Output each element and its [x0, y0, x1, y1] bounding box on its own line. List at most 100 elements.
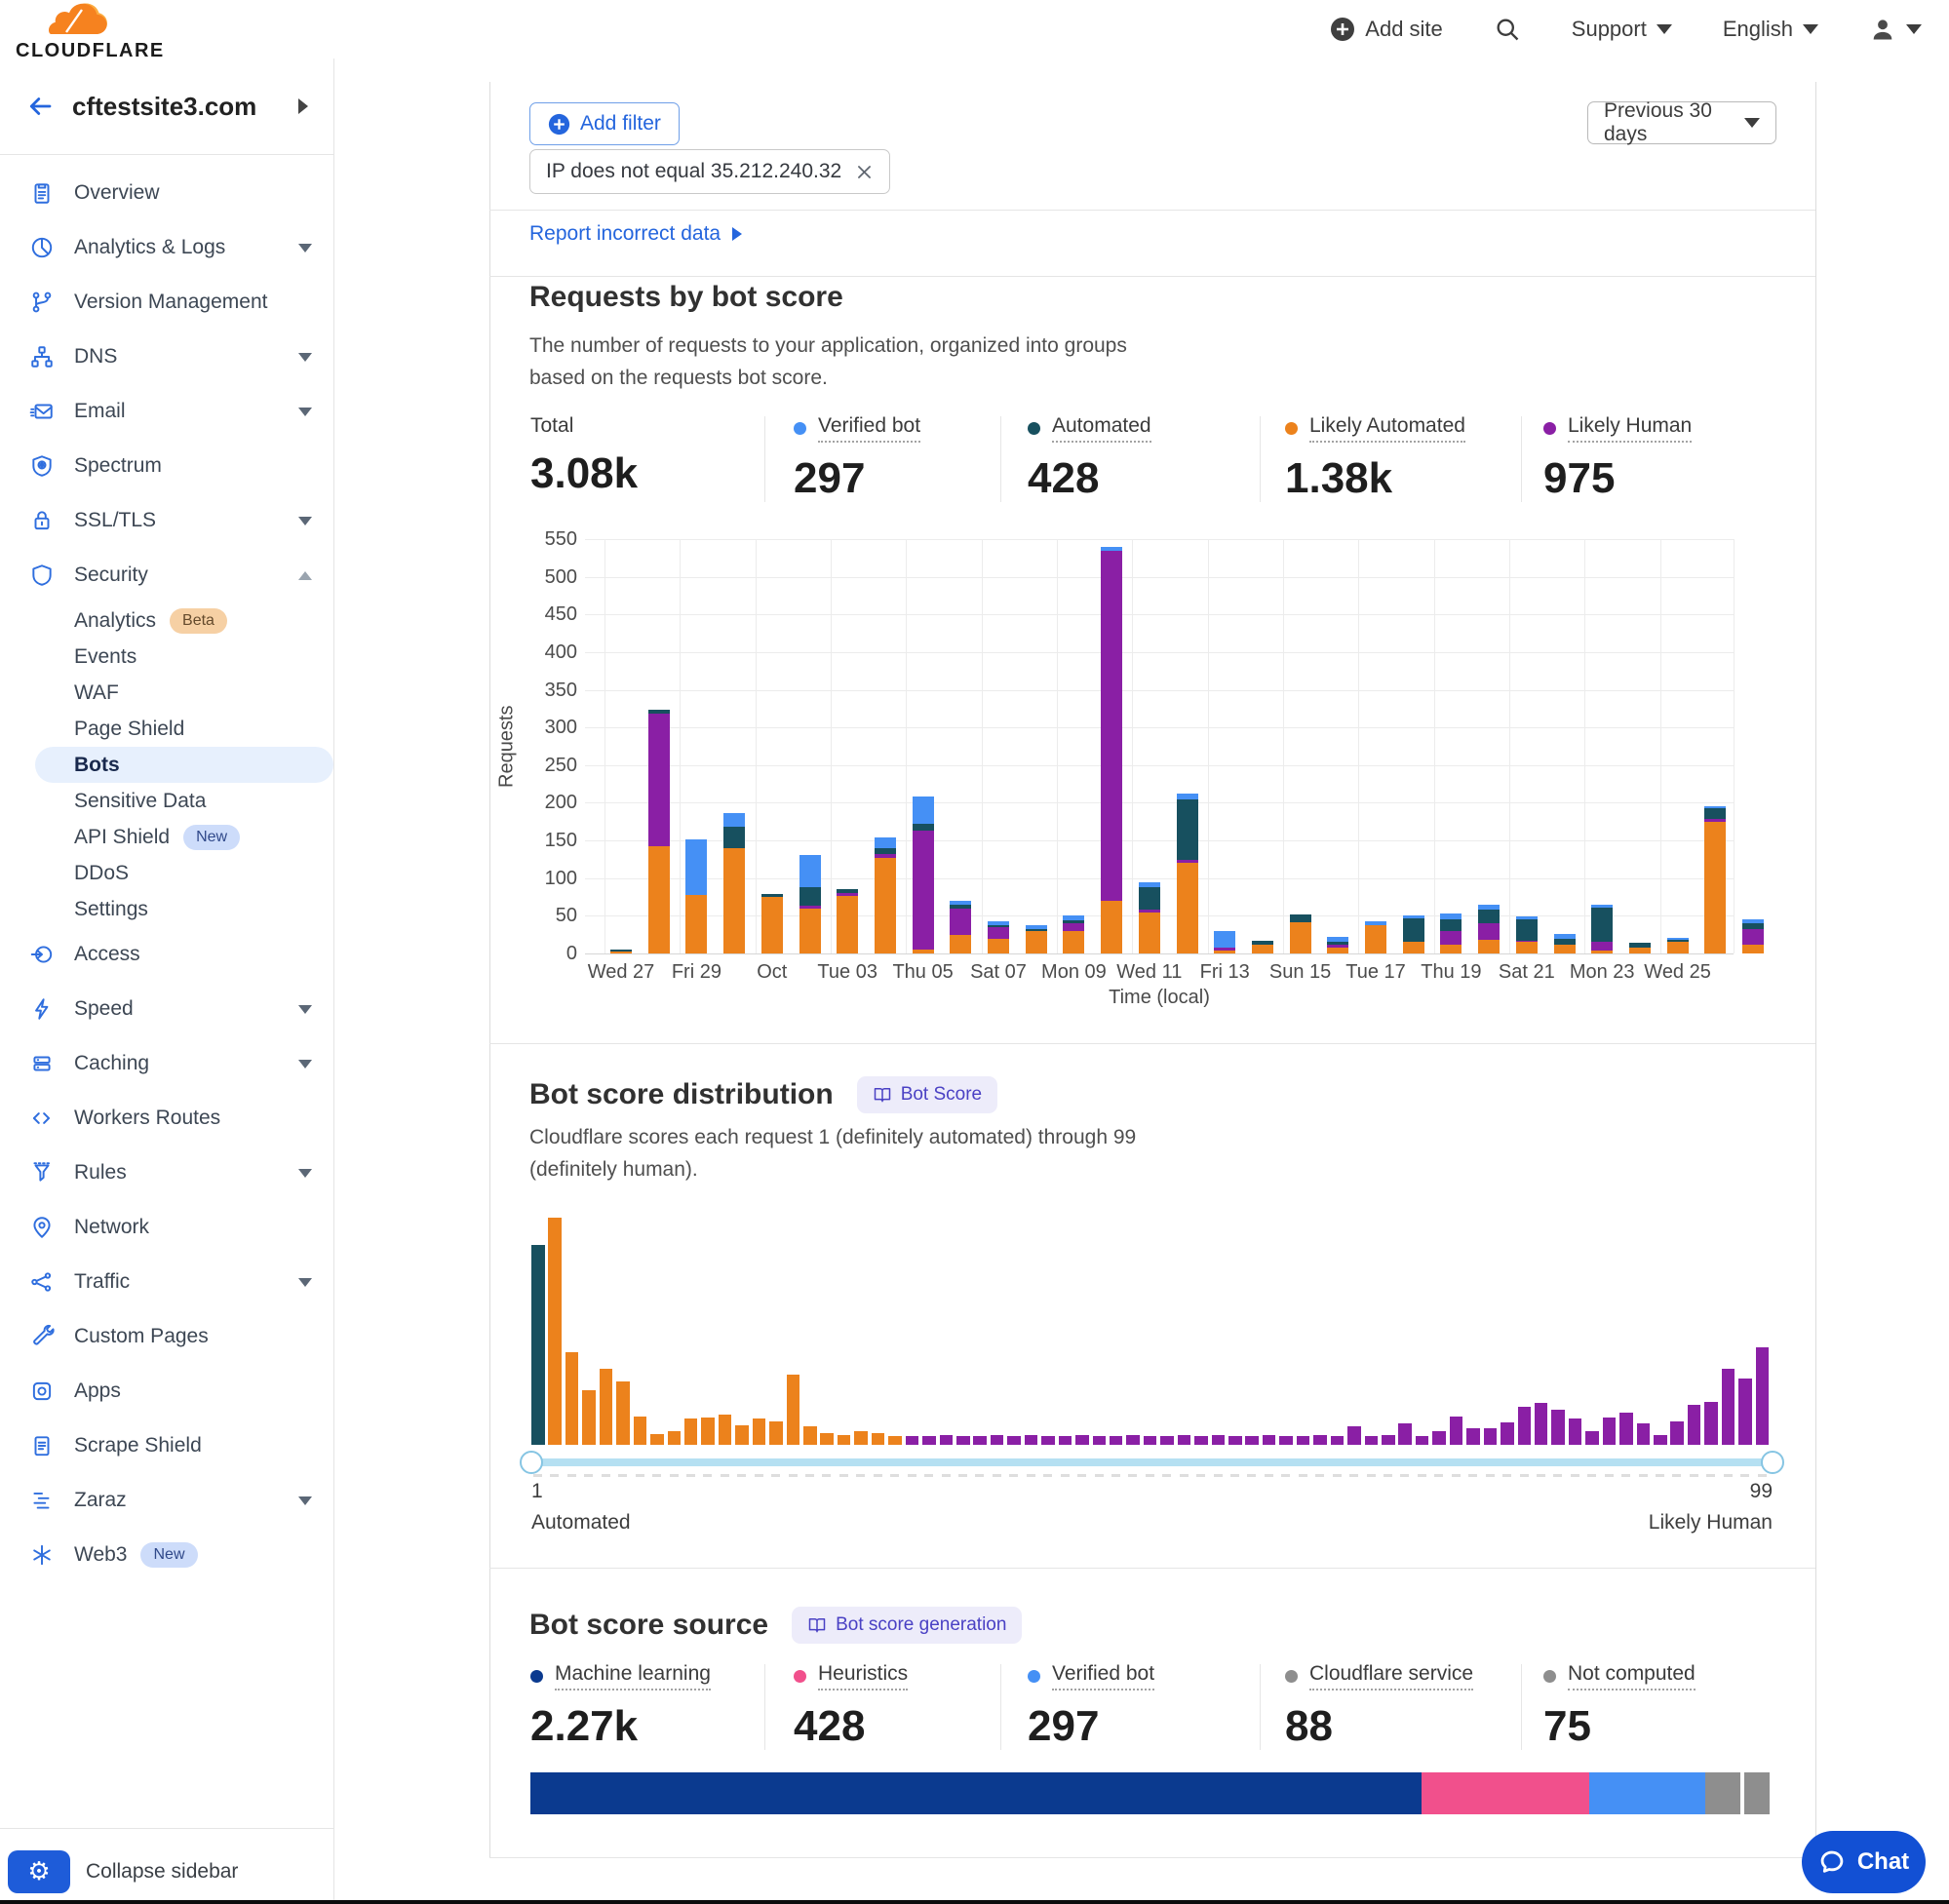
sidebar-item-network[interactable]: Network: [0, 1200, 333, 1255]
bar-segment-likely-automated[interactable]: [1365, 925, 1386, 953]
bar-segment-likely-automated[interactable]: [1591, 951, 1613, 953]
histogram-bar[interactable]: [1279, 1436, 1293, 1445]
histogram-bar[interactable]: [1126, 1435, 1140, 1445]
histogram-bar[interactable]: [991, 1435, 1004, 1445]
histogram-bar[interactable]: [1738, 1379, 1752, 1445]
source-segment-heuristics[interactable]: [1422, 1772, 1589, 1814]
stat-label[interactable]: Automated: [1052, 414, 1151, 443]
bar-segment-automated[interactable]: [1591, 908, 1613, 942]
histogram-bar[interactable]: [719, 1415, 732, 1445]
histogram-bar[interactable]: [1093, 1436, 1107, 1445]
bar-segment-likely-human[interactable]: [648, 714, 670, 845]
bar-segment-likely-automated[interactable]: [1440, 945, 1462, 953]
search-icon[interactable]: [1494, 16, 1521, 43]
bar-segment-automated[interactable]: [761, 894, 783, 897]
bar-segment-verified-bot[interactable]: [1365, 921, 1386, 925]
histogram-bar[interactable]: [1535, 1403, 1548, 1445]
histogram-bar[interactable]: [940, 1435, 954, 1445]
histogram-bar[interactable]: [1466, 1428, 1480, 1445]
bar-segment-automated[interactable]: [648, 710, 670, 714]
bar-segment-automated[interactable]: [1629, 943, 1651, 948]
histogram-bar[interactable]: [1518, 1407, 1532, 1445]
histogram-bar[interactable]: [1365, 1436, 1379, 1445]
bar-segment-likely-automated[interactable]: [685, 895, 707, 953]
source-segment-machine-learning[interactable]: [530, 1772, 1422, 1814]
histogram-bar[interactable]: [1688, 1405, 1701, 1445]
sidebar-item-security[interactable]: Security: [0, 548, 333, 602]
bar-segment-verified-bot[interactable]: [1101, 547, 1122, 551]
histogram-bar[interactable]: [1263, 1435, 1276, 1445]
histogram-bar[interactable]: [1212, 1435, 1226, 1445]
bar-segment-verified-bot[interactable]: [685, 839, 707, 894]
bar-segment-automated[interactable]: [913, 824, 934, 831]
bar-segment-automated[interactable]: [1742, 923, 1764, 929]
bar-segment-verified-bot[interactable]: [1554, 934, 1576, 939]
histogram-bar[interactable]: [548, 1218, 562, 1445]
bar-segment-verified-bot[interactable]: [988, 921, 1009, 926]
bar-segment-likely-human[interactable]: [913, 831, 934, 950]
sidebar-item-workers-routes[interactable]: Workers Routes: [0, 1091, 333, 1146]
histogram-bar[interactable]: [668, 1431, 682, 1445]
bar-segment-likely-human[interactable]: [799, 906, 821, 909]
stat-label[interactable]: Not computed: [1568, 1662, 1696, 1690]
sidebar-item-sensitive-data[interactable]: Sensitive Data: [0, 783, 333, 819]
source-segment-not-computed[interactable]: [1744, 1772, 1770, 1814]
bar-segment-likely-human[interactable]: [1327, 945, 1348, 948]
histogram-bar[interactable]: [1450, 1417, 1463, 1445]
histogram-bar[interactable]: [1551, 1410, 1565, 1445]
histogram-bar[interactable]: [1501, 1422, 1514, 1445]
bar-segment-likely-automated[interactable]: [761, 897, 783, 953]
histogram-bar[interactable]: [600, 1369, 613, 1445]
histogram-bar[interactable]: [1178, 1435, 1191, 1445]
site-selector[interactable]: cftestsite3.com: [0, 58, 333, 154]
histogram-bar[interactable]: [1654, 1435, 1667, 1445]
bar-segment-likely-automated[interactable]: [1516, 942, 1538, 953]
histogram-bar[interactable]: [922, 1436, 936, 1445]
histogram-bar[interactable]: [1382, 1435, 1395, 1445]
histogram-bar[interactable]: [1331, 1436, 1345, 1445]
sidebar-item-settings[interactable]: Settings: [0, 891, 333, 927]
bar-segment-automated[interactable]: [1704, 808, 1726, 819]
bar-segment-likely-automated[interactable]: [1667, 942, 1689, 953]
bar-segment-likely-human[interactable]: [1063, 923, 1084, 931]
sidebar-item-caching[interactable]: Caching: [0, 1036, 333, 1091]
histogram-bar[interactable]: [820, 1433, 834, 1445]
bar-segment-automated[interactable]: [1177, 799, 1198, 860]
sidebar-item-email[interactable]: Email: [0, 384, 333, 439]
slider-handle-min[interactable]: [520, 1451, 543, 1474]
sidebar-item-api-shield[interactable]: API ShieldNew: [0, 819, 333, 855]
bar-segment-likely-automated[interactable]: [875, 858, 896, 953]
stat-label[interactable]: Verified bot: [1052, 1662, 1154, 1690]
stat-label[interactable]: Likely Automated: [1309, 414, 1465, 443]
histogram-bar[interactable]: [531, 1245, 545, 1445]
bar-segment-verified-bot[interactable]: [1440, 913, 1462, 919]
bar-segment-likely-automated[interactable]: [799, 909, 821, 953]
histogram-bar[interactable]: [769, 1421, 783, 1445]
bar-segment-likely-automated[interactable]: [1704, 822, 1726, 953]
bar-segment-likely-human[interactable]: [837, 893, 858, 896]
add-site-button[interactable]: Add site: [1330, 17, 1443, 42]
stat-label[interactable]: Likely Human: [1568, 414, 1692, 443]
histogram-bar[interactable]: [735, 1425, 749, 1445]
bar-segment-likely-automated[interactable]: [837, 896, 858, 953]
histogram-bar[interactable]: [1722, 1369, 1735, 1445]
histogram-bar[interactable]: [854, 1431, 868, 1445]
sidebar-item-ssl-tls[interactable]: SSL/TLS: [0, 493, 333, 548]
bar-segment-automated[interactable]: [1290, 914, 1311, 922]
bar-segment-likely-human[interactable]: [988, 927, 1009, 939]
bar-segment-likely-automated[interactable]: [723, 848, 745, 953]
histogram-bar[interactable]: [1110, 1436, 1123, 1445]
histogram-bar[interactable]: [684, 1418, 698, 1445]
bar-segment-likely-automated[interactable]: [1177, 863, 1198, 953]
stat-label[interactable]: Cloudflare service: [1309, 1662, 1473, 1690]
histogram-bar[interactable]: [582, 1390, 596, 1445]
sidebar-item-web3[interactable]: Web3New: [0, 1528, 333, 1582]
bar-segment-likely-automated[interactable]: [1252, 945, 1273, 953]
chat-button[interactable]: Chat: [1802, 1831, 1926, 1893]
sidebar-item-bots[interactable]: Bots: [35, 747, 333, 783]
bar-segment-automated[interactable]: [799, 887, 821, 906]
sidebar-item-page-shield[interactable]: Page Shield: [0, 711, 333, 747]
histogram-bar[interactable]: [1245, 1436, 1259, 1445]
sidebar-item-access[interactable]: Access: [0, 927, 333, 982]
histogram-bar[interactable]: [753, 1418, 766, 1445]
